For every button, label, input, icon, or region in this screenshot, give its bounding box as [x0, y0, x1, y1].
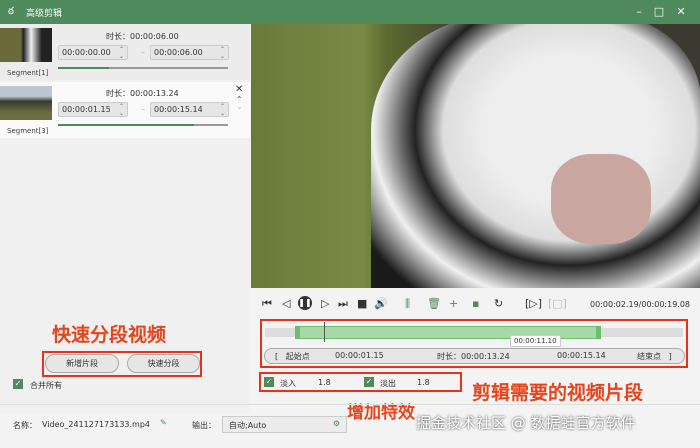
segment-item[interactable]: Segment[1] 时长：00:00:06.00 00:00:00.00 ⌃ ⌄ … — [0, 24, 250, 80]
delete-icon[interactable]: 🗑 — [427, 297, 441, 310]
merge-all-checkbox[interactable]: ✓ — [13, 379, 23, 389]
rabbit-logo-icon: ఠ — [8, 6, 14, 17]
skip-to-start-icon[interactable]: ⏮ — [262, 297, 272, 311]
copy-icon[interactable]: ▪ — [472, 297, 479, 310]
remove-segment-icon[interactable]: ✕ — [235, 84, 243, 95]
segment-progress — [58, 124, 228, 126]
skip-to-end-icon[interactable]: ⏭ — [338, 297, 348, 311]
end-time-input[interactable]: 00:00:15.14 ⌃ ⌄ — [150, 102, 229, 117]
set-end-button[interactable]: 结束点 ] — [637, 351, 672, 362]
stop-segment-icon[interactable]: [□] — [548, 297, 567, 310]
start-time-input[interactable]: 00:00:01.15 ⌃ ⌄ — [58, 102, 128, 117]
file-name: Video_241127173133.mp4 — [42, 420, 150, 429]
add-icon[interactable]: + — [449, 297, 458, 310]
fade-in-label: 淡入 — [280, 379, 296, 388]
segment-label: Segment[3] — [7, 127, 49, 135]
stop-icon[interactable]: ■ — [357, 297, 367, 310]
range-end-handle[interactable] — [596, 326, 601, 339]
duration-value: 00:00:06.00 — [130, 32, 179, 41]
output-label: 输出： — [192, 421, 216, 430]
fade-in-input[interactable]: 1.8 — [318, 378, 331, 387]
start-time-input[interactable]: 00:00:01.15 — [335, 351, 384, 360]
play-segment-icon[interactable]: [▷] — [525, 297, 542, 310]
duration-label: 时长： — [106, 89, 130, 98]
start-time-input[interactable]: 00:00:00.00 ⌃ ⌄ — [58, 45, 128, 60]
pause-icon[interactable]: ❚❚ — [298, 296, 312, 310]
fade-out-input[interactable]: 1.8 — [417, 378, 430, 387]
next-frame-icon[interactable]: ▷ — [321, 297, 329, 310]
fade-in-checkbox[interactable]: ✓ — [264, 377, 274, 387]
video-preview[interactable] — [251, 24, 700, 288]
window-title: 高级剪辑 — [26, 9, 63, 19]
prev-frame-icon[interactable]: ◁ — [282, 297, 290, 310]
move-down-icon[interactable]: ⌄ — [236, 102, 243, 111]
end-time-input[interactable]: 00:00:15.14 — [557, 351, 606, 360]
range-bar: [ 起始点 00:00:01.15 时长：00:00:13.24 00:00:1… — [264, 348, 685, 364]
segment-item[interactable]: Segment[3] 时长：00:00:13.24 00:00:01.15 ⌃ ⌄ … — [0, 82, 250, 138]
merge-all-label: 合并所有 — [30, 381, 62, 390]
fade-out-checkbox[interactable]: ✓ — [364, 377, 374, 387]
annotation-clip: 剪辑需要的视频片段 — [472, 382, 644, 404]
annotation-quick-split: 快速分段视频 — [52, 324, 167, 346]
close-icon[interactable]: ✕ — [674, 5, 688, 18]
reset-icon[interactable]: ↻ — [494, 297, 503, 310]
time-readout: 00:00:02.19/00:00:19.08 — [590, 300, 690, 309]
segment-panel: Segment[1] 时长：00:00:06.00 00:00:00.00 ⌃ ⌄ … — [0, 24, 250, 414]
playhead[interactable] — [324, 322, 325, 342]
segment-thumbnail — [0, 28, 52, 62]
quick-split-button[interactable]: 快速分段 — [127, 354, 200, 373]
timeline-track[interactable] — [265, 322, 683, 342]
add-segment-button[interactable]: 新增片段 — [45, 354, 119, 373]
end-time-input[interactable]: 00:00:06.00 ⌃ ⌄ — [150, 45, 229, 60]
segment-progress — [58, 67, 228, 69]
set-start-button[interactable]: [ 起始点 — [275, 351, 310, 362]
annotation-effects: 增加特效 — [347, 403, 415, 423]
volume-icon[interactable]: 🔊 — [374, 297, 388, 310]
playhead-tooltip: 00:00:11.10 — [510, 335, 561, 347]
title-bar: ఠ 高级剪辑 – □ ✕ — [0, 0, 700, 24]
gear-icon: ⚙ — [332, 419, 340, 428]
range-start-handle[interactable] — [295, 326, 300, 339]
duration-value: 00:00:13.24 — [461, 352, 510, 361]
duration-value: 00:00:13.24 — [130, 89, 179, 98]
minimize-icon[interactable]: – — [632, 5, 646, 18]
fade-out-label: 淡出 — [380, 379, 396, 388]
edit-name-icon[interactable]: ✎ — [160, 418, 167, 427]
watermark: 掘金技术社区 @ 数据蛙官方软件 — [416, 414, 636, 432]
split-icon[interactable]: ⫼ — [405, 297, 410, 311]
output-select[interactable]: 自动;Auto ⚙ — [222, 416, 347, 433]
name-label: 名称： — [13, 421, 37, 430]
maximize-icon[interactable]: □ — [652, 5, 666, 18]
duration-label: 时长： — [106, 32, 130, 41]
segment-label: Segment[1] — [7, 69, 49, 77]
segment-thumbnail — [0, 86, 52, 120]
